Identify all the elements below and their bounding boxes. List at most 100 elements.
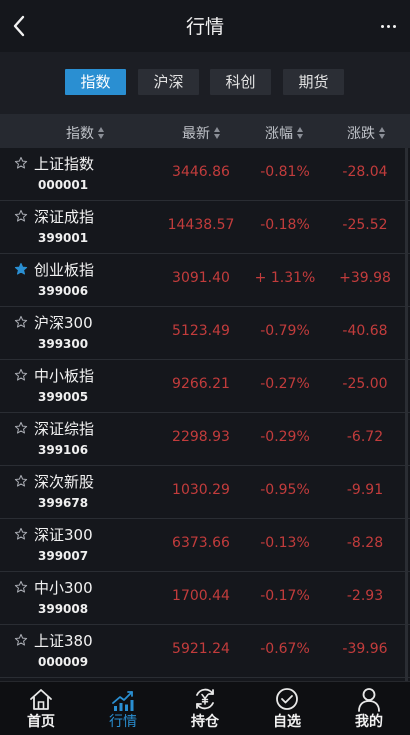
nav-profile[interactable]: 我的 [328, 682, 410, 735]
change-percent: -0.95% [260, 482, 310, 498]
nav-label: 首页 [27, 714, 55, 730]
list-item[interactable]: 上证380 000009 5921.24 -0.67% -39.96 [0, 625, 410, 678]
change-amount: -2.93 [346, 588, 384, 604]
scrollbar[interactable] [405, 148, 408, 681]
index-name: 上证指数 [34, 155, 95, 173]
yen-refresh-icon [196, 688, 214, 710]
list-item[interactable]: 深证成指 399001 14438.57 -0.18% -25.52 [0, 201, 410, 254]
sort-icon [98, 127, 105, 139]
sort-icon [214, 127, 221, 139]
list-item[interactable]: 深证综指 399106 2298.93 -0.29% -6.72 [0, 413, 410, 466]
column-label-price: 最新 [182, 126, 210, 142]
list-item[interactable]: 深证300 399007 6373.66 -0.13% -8.28 [0, 519, 410, 572]
list-item[interactable]: 创业板指 399006 3091.40 + 1.31% +39.98 [0, 254, 410, 307]
market-chart-icon [112, 691, 134, 711]
category-tabs: 指数 沪深 科创 期货 [0, 52, 410, 114]
index-code: 000001 [38, 178, 89, 192]
nav-watchlist[interactable]: 自选 [246, 682, 328, 735]
list-item[interactable]: 上证指数 000001 3446.86 -0.81% -28.04 [0, 148, 410, 201]
star-outline-icon[interactable] [14, 156, 28, 170]
nav-home[interactable]: 首页 [0, 682, 82, 735]
index-name: 深证300 [34, 526, 93, 544]
change-percent: -0.27% [260, 376, 310, 392]
index-name: 深证综指 [34, 420, 95, 438]
latest-price: 1030.29 [172, 482, 230, 498]
index-name: 中小板指 [34, 367, 95, 385]
index-name: 中小300 [34, 579, 93, 597]
nav-label: 自选 [273, 714, 301, 730]
nav-label: 行情 [109, 714, 137, 730]
index-code: 399106 [38, 443, 89, 457]
star-filled-icon[interactable] [14, 262, 28, 276]
star-outline-icon[interactable] [14, 421, 28, 435]
latest-price: 5921.24 [172, 641, 230, 657]
change-amount: -25.52 [342, 217, 388, 233]
star-outline-icon[interactable] [14, 209, 28, 223]
nav-holdings[interactable]: 持仓 [164, 682, 246, 735]
sort-by-price[interactable]: 最新 [182, 123, 221, 143]
user-icon [358, 688, 380, 712]
list-item[interactable]: 中小板指 399005 9266.21 -0.27% -25.00 [0, 360, 410, 413]
change-percent: -0.79% [260, 323, 310, 339]
index-name: 深证成指 [34, 208, 95, 226]
dot-icon [386, 24, 390, 28]
change-percent: -0.67% [260, 641, 310, 657]
star-outline-icon[interactable] [14, 527, 28, 541]
index-code: 000009 [38, 655, 89, 669]
index-code: 399008 [38, 602, 89, 616]
index-code: 399007 [38, 549, 89, 563]
dot-icon [380, 24, 384, 28]
column-label-name: 指数 [66, 126, 94, 142]
tab-shanghai-shenzhen[interactable]: 沪深 [138, 69, 199, 95]
star-outline-icon[interactable] [14, 368, 28, 382]
index-name: 上证380 [34, 632, 93, 650]
more-options-button[interactable] [378, 14, 398, 38]
page-title: 行情 [185, 16, 224, 38]
index-name: 沪深300 [34, 314, 93, 332]
change-percent: -0.17% [260, 588, 310, 604]
sort-by-pct[interactable]: 涨幅 [265, 123, 304, 143]
latest-price: 14438.57 [167, 217, 235, 233]
latest-price: 2298.93 [172, 429, 230, 445]
change-amount: -39.96 [342, 641, 388, 657]
latest-price: 6373.66 [172, 535, 230, 551]
change-amount: -9.91 [346, 482, 384, 498]
nav-market[interactable]: 行情 [82, 682, 164, 735]
sort-by-name[interactable]: 指数 [66, 123, 105, 143]
index-name: 创业板指 [34, 261, 95, 279]
tab-futures[interactable]: 期货 [283, 69, 344, 95]
home-icon [30, 689, 52, 710]
star-outline-icon[interactable] [14, 580, 28, 594]
change-percent: + 1.31% [254, 270, 316, 286]
change-percent: -0.18% [260, 217, 310, 233]
latest-price: 5123.49 [172, 323, 230, 339]
index-code: 399678 [38, 496, 89, 510]
latest-price: 3091.40 [172, 270, 230, 286]
tab-star-market[interactable]: 科创 [210, 69, 271, 95]
list-item[interactable]: 深次新股 399678 1030.29 -0.95% -9.91 [0, 466, 410, 519]
change-percent: -0.13% [260, 535, 310, 551]
column-label-change: 涨跌 [347, 126, 375, 142]
list-item[interactable]: 沪深300 399300 5123.49 -0.79% -40.68 [0, 307, 410, 360]
change-amount: -6.72 [346, 429, 384, 445]
star-outline-icon[interactable] [14, 474, 28, 488]
column-header: 指数 最新 涨幅 涨跌 [0, 114, 410, 148]
nav-label: 持仓 [191, 714, 219, 730]
bottom-nav: 首页 行情 持仓 自选 我的 [0, 681, 410, 735]
list-item[interactable]: 中小300 399008 1700.44 -0.17% -2.93 [0, 572, 410, 625]
latest-price: 3446.86 [172, 164, 230, 180]
change-amount: -25.00 [342, 376, 388, 392]
index-code: 399001 [38, 231, 89, 245]
tab-index[interactable]: 指数 [65, 69, 126, 95]
latest-price: 1700.44 [172, 588, 230, 604]
star-outline-icon[interactable] [14, 633, 28, 647]
index-list[interactable]: 上证指数 000001 3446.86 -0.81% -28.04 深证成指 3… [0, 148, 410, 681]
star-outline-icon[interactable] [14, 315, 28, 329]
change-amount: +39.98 [339, 270, 391, 286]
change-amount: -8.28 [346, 535, 384, 551]
dot-icon [392, 24, 396, 28]
index-code: 399300 [38, 337, 89, 351]
change-amount: -40.68 [342, 323, 388, 339]
change-percent: -0.29% [260, 429, 310, 445]
sort-by-change[interactable]: 涨跌 [347, 123, 386, 143]
